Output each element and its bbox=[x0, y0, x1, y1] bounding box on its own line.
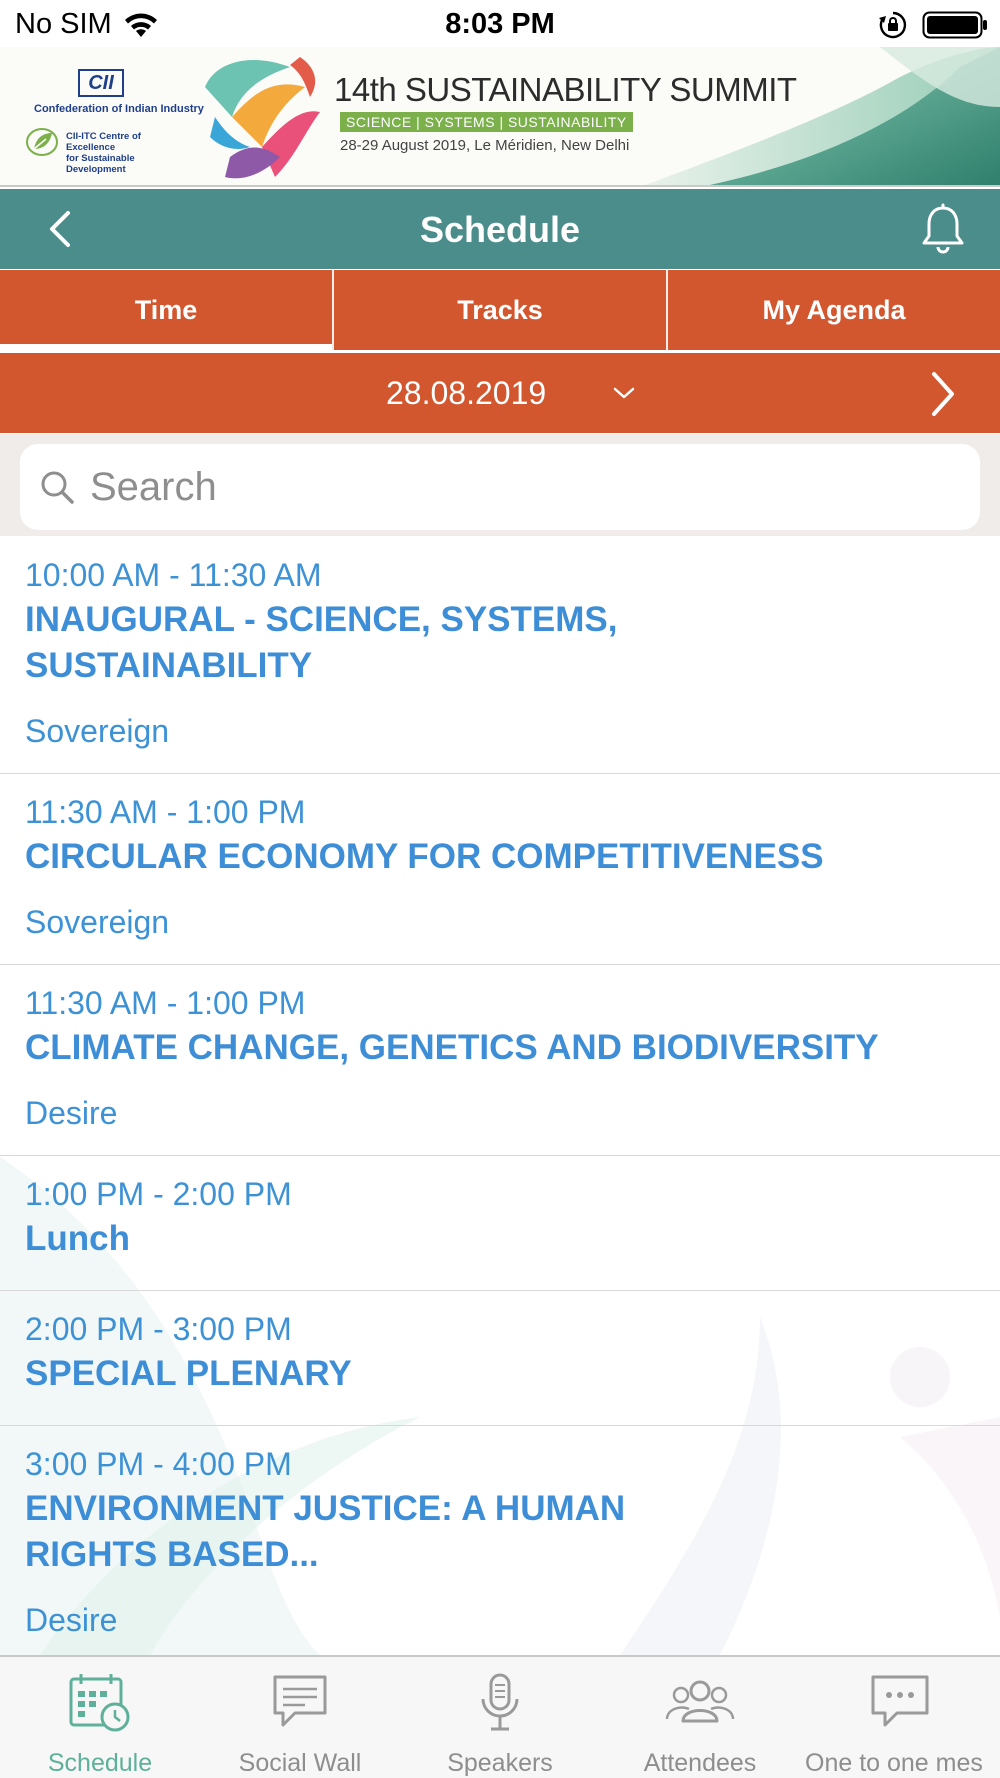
calendar-clock-icon bbox=[69, 1674, 130, 1732]
status-bar: No SIM 8:03 PM bbox=[0, 0, 1000, 47]
nav-speakers[interactable]: Speakers bbox=[400, 1657, 600, 1778]
nav-schedule[interactable]: Schedule bbox=[0, 1657, 200, 1778]
centre-name-line1: CII-ITC Centre of Excellence bbox=[66, 131, 141, 153]
event-tags: SCIENCE | SYSTEMS | SUSTAINABILITY bbox=[340, 112, 633, 132]
event-title: 14th SUSTAINABILITY SUMMIT bbox=[334, 71, 797, 108]
session-title: INAUGURAL - SCIENCE, SYSTEMS, SUSTAINABI… bbox=[25, 597, 975, 689]
chevron-right-icon[interactable] bbox=[924, 369, 960, 419]
session-title-line: ENVIRONMENT JUSTICE: A HUMAN bbox=[25, 1489, 626, 1528]
tab-tracks[interactable]: Tracks bbox=[334, 270, 666, 350]
nav-label: One to one mes bbox=[805, 1749, 983, 1777]
session-title: CLIMATE CHANGE, GENETICS AND BIODIVERSIT… bbox=[25, 1028, 879, 1067]
session-title: SPECIAL PLENARY bbox=[25, 1354, 352, 1393]
session-list: 10:00 AM - 11:30 AM INAUGURAL - SCIENCE,… bbox=[0, 537, 1000, 1655]
status-time: 8:03 PM bbox=[445, 8, 555, 40]
bell-icon[interactable] bbox=[918, 203, 968, 255]
session-time: 3:00 PM - 4:00 PM bbox=[25, 1446, 292, 1482]
leaf-logo-icon bbox=[26, 128, 58, 156]
session-location: Sovereign bbox=[25, 713, 170, 749]
session-title-line: RIGHTS BASED... bbox=[25, 1535, 319, 1574]
nav-label: Speakers bbox=[447, 1749, 553, 1777]
tab-my-agenda[interactable]: My Agenda bbox=[668, 270, 1000, 350]
search-input[interactable] bbox=[90, 444, 960, 530]
session-location: Sovereign bbox=[25, 904, 170, 940]
session-title: CIRCULAR ECONOMY FOR COMPETITIVENESS bbox=[25, 837, 824, 876]
nav-label: Social Wall bbox=[238, 1749, 362, 1777]
chevron-down-icon[interactable] bbox=[612, 381, 636, 405]
search-bar bbox=[0, 434, 1000, 536]
session-item[interactable]: 11:30 AM - 1:00 PM CLIMATE CHANGE, GENET… bbox=[0, 965, 1000, 1156]
microphone-icon bbox=[481, 1673, 519, 1731]
date-selector: 28.08.2019 bbox=[0, 353, 1000, 433]
nav-attendees[interactable]: Attendees bbox=[600, 1657, 800, 1778]
session-time: 11:30 AM - 1:00 PM bbox=[25, 794, 306, 830]
event-banner: CII Confederation of Indian Industry CII… bbox=[0, 47, 1000, 187]
session-item[interactable]: 11:30 AM - 1:00 PM CIRCULAR ECONOMY FOR … bbox=[0, 774, 1000, 965]
session-title: ENVIRONMENT JUSTICE: A HUMAN RIGHTS BASE… bbox=[25, 1486, 975, 1578]
schedule-header: Schedule bbox=[0, 189, 1000, 269]
search-icon bbox=[41, 471, 74, 504]
session-time: 11:30 AM - 1:00 PM bbox=[25, 985, 306, 1021]
cii-logo: CII bbox=[78, 69, 124, 97]
session-item[interactable]: 10:00 AM - 11:30 AM INAUGURAL - SCIENCE,… bbox=[0, 537, 1000, 774]
tab-time[interactable]: Time bbox=[0, 270, 332, 350]
centre-name: CII-ITC Centre of Excellence for Sustain… bbox=[66, 131, 186, 175]
nav-label: Attendees bbox=[643, 1749, 757, 1777]
people-icon bbox=[665, 1680, 735, 1723]
page-title: Schedule bbox=[419, 209, 581, 250]
session-location: Desire bbox=[25, 1095, 118, 1131]
status-right bbox=[878, 10, 988, 40]
session-time: 1:00 PM - 2:00 PM bbox=[25, 1176, 292, 1212]
session-time: 2:00 PM - 3:00 PM bbox=[25, 1311, 292, 1347]
org-name: Confederation of Indian Industry bbox=[34, 103, 204, 115]
centre-name-line2: for Sustainable Development bbox=[66, 153, 135, 175]
session-item[interactable]: 2:00 PM - 3:00 PM SPECIAL PLENARY bbox=[0, 1291, 1000, 1426]
nav-label: Schedule bbox=[47, 1749, 153, 1777]
message-bubbles-icon bbox=[871, 1675, 929, 1727]
session-title-line: SUSTAINABILITY bbox=[25, 646, 313, 685]
nav-social-wall[interactable]: Social Wall bbox=[200, 1657, 400, 1778]
orientation-lock-icon bbox=[879, 11, 907, 39]
session-item[interactable]: 1:00 PM - 2:00 PM Lunch bbox=[0, 1156, 1000, 1291]
session-item[interactable]: 3:00 PM - 4:00 PM ENVIRONMENT JUSTICE: A… bbox=[0, 1426, 1000, 1655]
nav-one-to-one[interactable]: One to one mes bbox=[800, 1657, 1000, 1778]
view-tabs: Time Tracks My Agenda bbox=[0, 270, 1000, 350]
date-dropdown[interactable]: 28.08.2019 bbox=[386, 375, 546, 412]
session-title: Lunch bbox=[25, 1219, 130, 1258]
bottom-tab-bar: Schedule Social Wall Speakers Attendees bbox=[0, 1655, 1000, 1778]
battery-icon bbox=[922, 11, 987, 39]
search-box[interactable] bbox=[20, 444, 980, 530]
session-time: 10:00 AM - 11:30 AM bbox=[25, 557, 322, 593]
session-title-line: INAUGURAL - SCIENCE, SYSTEMS, bbox=[25, 600, 618, 639]
event-date-venue: 28-29 August 2019, Le Méridien, New Delh… bbox=[340, 137, 630, 154]
session-location: Desire bbox=[25, 1602, 118, 1638]
chat-bubble-icon bbox=[273, 1675, 327, 1727]
